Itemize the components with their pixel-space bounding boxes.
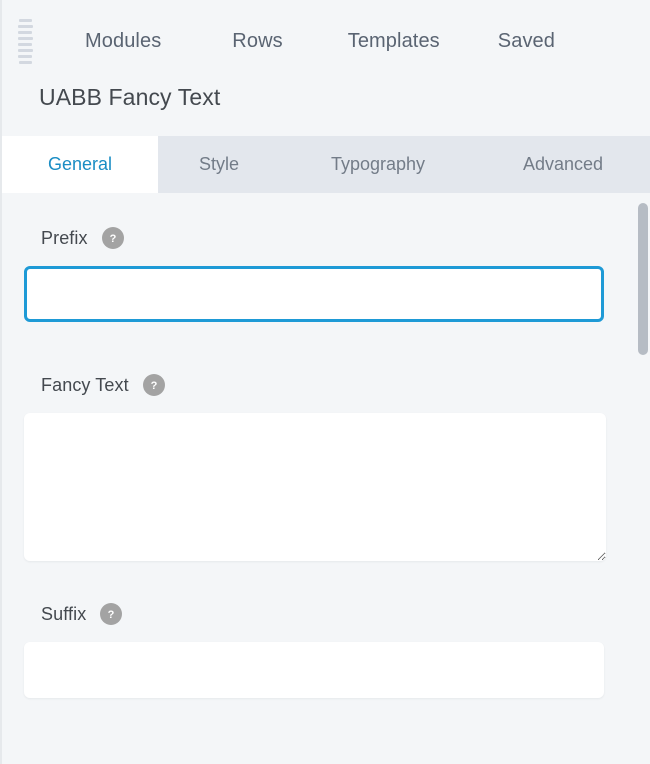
nav-item-saved[interactable]: Saved — [498, 30, 555, 53]
svg-text:?: ? — [109, 233, 116, 245]
help-circle-icon[interactable]: ? — [142, 374, 165, 396]
vertical-scrollbar[interactable] — [634, 193, 650, 753]
settings-tabs: General Style Typography Advanced — [2, 136, 650, 193]
field-fancy-text: Fancy Text ? — [2, 374, 650, 561]
panel-nav: Modules Rows Templates Saved — [39, 30, 650, 53]
prefix-label: Prefix — [41, 227, 88, 248]
drag-handle-bar — [19, 60, 32, 64]
drag-handle-bar — [18, 48, 33, 52]
suffix-label: Suffix — [41, 603, 87, 624]
help-circle-icon[interactable]: ? — [100, 603, 123, 625]
drag-handle-icon[interactable] — [17, 18, 33, 64]
tab-style[interactable]: Style — [158, 136, 280, 193]
suffix-input[interactable] — [24, 642, 604, 698]
panel-header: Modules Rows Templates Saved — [2, 0, 650, 82]
module-settings-panel: Modules Rows Templates Saved UABB Fancy … — [0, 0, 650, 764]
field-label-row: Prefix ? — [2, 227, 626, 249]
drag-handle-bar — [18, 30, 32, 34]
field-spacer — [2, 322, 650, 374]
drag-handle-bar — [18, 36, 33, 40]
fancy-text-textarea[interactable] — [24, 413, 606, 561]
tab-advanced[interactable]: Advanced — [476, 136, 650, 193]
tab-general[interactable]: General — [2, 136, 158, 193]
tab-typography[interactable]: Typography — [280, 136, 476, 193]
nav-item-rows[interactable]: Rows — [232, 30, 282, 53]
field-spacer — [2, 561, 650, 603]
drag-handle-bar — [18, 42, 32, 46]
scrollbar-thumb[interactable] — [638, 203, 648, 355]
field-suffix: Suffix ? — [2, 603, 650, 698]
prefix-input[interactable] — [24, 266, 604, 322]
field-label-row: Fancy Text ? — [2, 374, 626, 396]
drag-handle-bar — [18, 24, 33, 28]
field-label-row: Suffix ? — [2, 603, 626, 625]
svg-text:?: ? — [150, 380, 157, 392]
field-prefix: Prefix ? — [2, 227, 650, 322]
fancy-text-label: Fancy Text — [41, 374, 129, 395]
svg-text:?: ? — [108, 609, 115, 621]
help-circle-icon[interactable]: ? — [101, 227, 124, 249]
page-title: UABB Fancy Text — [39, 84, 221, 110]
settings-form: Prefix ? Fancy Text ? Suffix ? — [2, 193, 650, 753]
drag-handle-bar — [19, 18, 32, 22]
nav-item-templates[interactable]: Templates — [348, 30, 440, 53]
nav-item-modules[interactable]: Modules — [85, 30, 161, 53]
drag-handle-bar — [18, 54, 32, 58]
